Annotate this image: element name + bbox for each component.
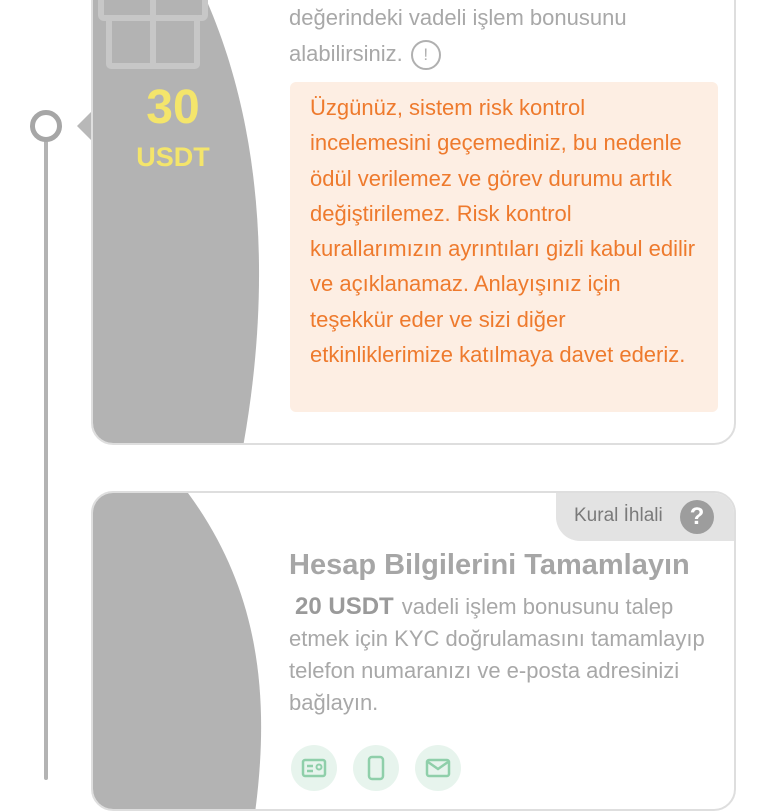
- reward-panel: 30 USDT: [93, 0, 273, 443]
- help-icon[interactable]: ?: [680, 500, 714, 534]
- risk-control-notice: Üzgünüz, sistem risk kontrol incelemesin…: [290, 82, 718, 412]
- task-description-line: değerindeki vadeli işlem bonusunu: [289, 5, 627, 30]
- reward-amount: 30: [146, 81, 200, 134]
- task-card-complete-account: Kural İhlali ? Hesap Bilgilerini Tamamla…: [91, 491, 736, 811]
- gift-icon: [98, 0, 208, 69]
- task-reward-amount: 20 USDT: [295, 593, 394, 620]
- task-description-line: alabilirsiniz.!: [289, 36, 719, 72]
- task-description-text: alabilirsiniz.: [289, 41, 403, 66]
- reward-panel: [93, 493, 273, 809]
- timeline-line: [44, 140, 48, 780]
- rule-violation-label: Kural İhlali: [574, 505, 663, 526]
- timeline-node: [30, 110, 62, 142]
- reward-panel-shape: [93, 493, 262, 809]
- phone-icon: [353, 745, 399, 791]
- task-description: 20 USDT vadeli işlem bonusunu talep etmek…: [289, 591, 729, 719]
- task-description: değerindeki vadeli işlem bonusunu alabil…: [289, 0, 719, 72]
- id-card-icon: [291, 745, 337, 791]
- email-icon: [415, 745, 461, 791]
- reward-unit: USDT: [136, 142, 210, 172]
- info-icon[interactable]: !: [410, 40, 441, 71]
- timeline-pointer: [77, 112, 91, 140]
- task-card-trading-bonus: 30 USDT değerindeki vadeli işlem bonusun…: [91, 0, 736, 445]
- task-title: Hesap Bilgilerini Tamamlayın: [289, 549, 690, 581]
- rule-violation-badge[interactable]: Kural İhlali ?: [556, 493, 734, 541]
